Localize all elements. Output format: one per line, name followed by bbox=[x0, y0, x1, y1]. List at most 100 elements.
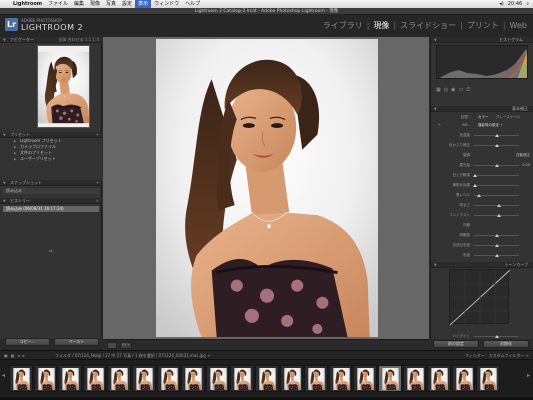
navigator-preview[interactable] bbox=[37, 45, 90, 128]
tone-highlights-label: ハイライト bbox=[452, 334, 470, 338]
slider-track[interactable] bbox=[474, 244, 519, 247]
history-item[interactable]: 読み込み (06/08/31 16:17:24) bbox=[3, 206, 99, 212]
slider-track[interactable] bbox=[474, 194, 519, 197]
red-eye-icon[interactable]: ◉ bbox=[451, 87, 455, 93]
histogram-header[interactable]: ヒストグラム bbox=[431, 37, 533, 43]
basic-header[interactable]: 基本補正 bbox=[431, 106, 533, 112]
slider-knob[interactable] bbox=[494, 144, 499, 147]
histogram-graph bbox=[440, 49, 527, 78]
module-print[interactable]: プリント bbox=[467, 20, 499, 31]
slider-track[interactable] bbox=[473, 184, 519, 187]
history-header[interactable]: ヒストリー × bbox=[0, 198, 102, 204]
tone-curve-graph[interactable] bbox=[449, 269, 511, 326]
treatment-grayscale[interactable]: グレースケール bbox=[496, 115, 520, 120]
slider-track[interactable] bbox=[474, 214, 519, 217]
slider-knob[interactable] bbox=[494, 244, 499, 247]
slider-track[interactable] bbox=[473, 174, 519, 177]
filmstrip-thumbnail[interactable] bbox=[254, 365, 279, 392]
clear-history-icon[interactable]: × bbox=[96, 198, 99, 204]
module-develop[interactable]: 現像 bbox=[373, 20, 389, 31]
filmstrip-thumbnail[interactable] bbox=[279, 365, 304, 392]
filmstrip-thumbnail[interactable] bbox=[402, 365, 427, 392]
copy-button[interactable]: コピー... bbox=[5, 338, 50, 346]
menu-item-window[interactable]: ウィンドウ bbox=[151, 0, 182, 8]
slider-knob[interactable] bbox=[494, 254, 499, 257]
filmstrip-right-icon[interactable]: ▸ bbox=[527, 372, 532, 382]
menu-item-develop[interactable]: 現像 bbox=[87, 0, 103, 8]
filmstrip-thumbnail[interactable] bbox=[476, 365, 500, 392]
filmstrip-thumbnail[interactable] bbox=[328, 365, 353, 392]
loupe-view-button[interactable] bbox=[107, 342, 117, 349]
menu-item-file[interactable]: ファイル bbox=[45, 0, 71, 8]
tone-highlights-slider[interactable] bbox=[495, 335, 499, 338]
snapshots-header[interactable]: スナップショット + bbox=[0, 180, 102, 186]
graduated-filter-icon[interactable]: ▭ bbox=[458, 87, 463, 93]
filmstrip-thumbnail[interactable] bbox=[107, 365, 131, 392]
basic-row-value[interactable]: 自動補正 bbox=[516, 153, 530, 158]
menu-item-view[interactable]: 表示 bbox=[135, 0, 152, 8]
slider-knob[interactable] bbox=[496, 204, 501, 207]
basic-row-label: 露光量 bbox=[459, 163, 471, 167]
navigator-header[interactable]: ナビゲーター 全体 合わせる 1:1 1:4 bbox=[0, 37, 102, 43]
menu-item-help[interactable]: ヘルプ bbox=[182, 0, 203, 8]
navigator-zoom[interactable]: 全体 合わせる 1:1 1:4 bbox=[58, 37, 99, 43]
menu-item-edit[interactable]: 編集 bbox=[71, 0, 87, 8]
reset-button[interactable]: 初期化 bbox=[483, 340, 529, 348]
header: Lr ADOBE PHOTOSHOP LIGHTROOM 2 ライブラリ | 現… bbox=[0, 15, 533, 37]
snapshot-item[interactable]: 読み込み bbox=[3, 188, 99, 194]
tone-curve-header[interactable]: トーンカーブ bbox=[431, 262, 533, 268]
filmstrip-thumbnail[interactable] bbox=[156, 365, 181, 392]
slider-track[interactable] bbox=[474, 144, 519, 147]
filmstrip-thumbnail[interactable] bbox=[451, 365, 476, 392]
menu-item-settings[interactable]: 設定 bbox=[119, 0, 135, 8]
slider-knob[interactable] bbox=[477, 194, 482, 197]
previous-settings-button[interactable]: 前の設定 bbox=[433, 340, 479, 348]
histogram[interactable] bbox=[436, 45, 528, 79]
wb-select[interactable]: 撮影時の設定 ÷ bbox=[478, 123, 503, 128]
basic-row: 彩度 bbox=[434, 253, 530, 259]
spot-removal-icon[interactable]: ◎ bbox=[444, 87, 448, 93]
filmstrip-thumbnail[interactable] bbox=[205, 365, 230, 392]
filmstrip-thumbnail[interactable] bbox=[181, 365, 205, 392]
image-view[interactable] bbox=[103, 37, 429, 339]
filter-select[interactable]: カスタムフィルター ÷ bbox=[489, 353, 529, 358]
volume-icon[interactable]: ◂) bbox=[499, 1, 503, 7]
filmstrip-thumbnail[interactable] bbox=[353, 365, 377, 392]
module-web[interactable]: Web bbox=[510, 21, 527, 30]
main-photo[interactable] bbox=[156, 39, 378, 337]
treatment-color[interactable]: カラー bbox=[478, 115, 489, 120]
paste-button[interactable]: ペースト bbox=[54, 338, 99, 346]
slider-knob[interactable] bbox=[494, 234, 499, 237]
slider-track[interactable] bbox=[474, 204, 519, 207]
add-snapshot-icon[interactable]: + bbox=[96, 180, 99, 186]
preset-folder[interactable]: ユーザープリセット bbox=[0, 156, 102, 162]
filmstrip-thumbnail[interactable] bbox=[131, 365, 156, 392]
menu-item-photo[interactable]: 写真 bbox=[103, 0, 119, 8]
adjustment-brush-icon[interactable]: ⎚ bbox=[466, 87, 470, 93]
menu-item-app[interactable]: Lightroom bbox=[10, 0, 45, 8]
filmstrip-thumbnail[interactable] bbox=[304, 365, 328, 392]
before-after-select[interactable]: YY ÷ bbox=[120, 342, 132, 349]
filmstrip-thumbnail[interactable] bbox=[9, 365, 33, 392]
slider-track[interactable] bbox=[474, 254, 519, 257]
module-library[interactable]: ライブラリ bbox=[323, 20, 363, 31]
filmstrip-thumbnail[interactable] bbox=[230, 365, 254, 392]
filmstrip-thumbnail[interactable] bbox=[33, 365, 58, 392]
spotlight-icon[interactable]: ⌕ bbox=[526, 1, 529, 7]
slider-knob[interactable] bbox=[473, 174, 478, 177]
module-slideshow[interactable]: スライドショー bbox=[400, 20, 456, 31]
filmstrip-thumbnail[interactable] bbox=[58, 365, 82, 392]
filmstrip-thumbnail[interactable] bbox=[82, 365, 107, 392]
slider-track[interactable] bbox=[474, 234, 519, 237]
slider-track[interactable] bbox=[474, 134, 519, 137]
filmstrip-thumbnail[interactable] bbox=[377, 365, 402, 392]
slider-knob[interactable] bbox=[494, 164, 499, 167]
slider-knob[interactable] bbox=[494, 134, 499, 137]
slider-knob[interactable] bbox=[496, 214, 501, 217]
slider-knob[interactable] bbox=[473, 184, 478, 187]
crop-tool-icon[interactable]: ▦ bbox=[436, 87, 441, 93]
clock[interactable]: 20:46 bbox=[508, 1, 522, 7]
slider-track[interactable] bbox=[474, 164, 519, 167]
filmstrip-thumbnail[interactable] bbox=[427, 365, 451, 392]
filmstrip-left-icon[interactable]: ◂ bbox=[2, 372, 7, 382]
